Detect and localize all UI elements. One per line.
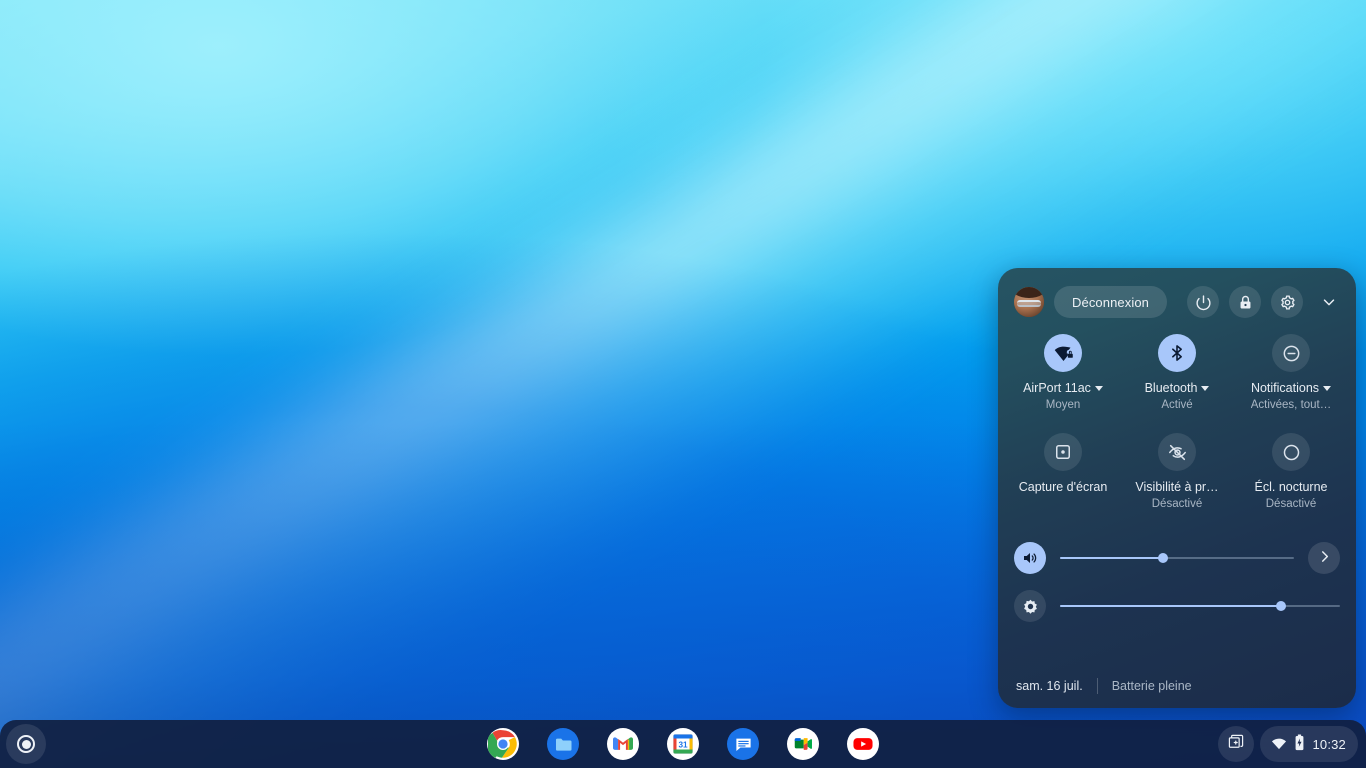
wifi-locked-icon [1044,334,1082,372]
brightness-slider[interactable] [1060,598,1340,614]
status-area: 10:32 [1218,724,1358,764]
tile-screen-capture-label: Capture d'écran [1018,480,1108,494]
do-not-disturb-icon [1272,334,1310,372]
battery-full-icon [1294,734,1305,754]
files-icon[interactable] [547,728,579,760]
bluetooth-icon [1158,334,1196,372]
shelf-app-row: 31 [0,720,1366,768]
sign-out-button[interactable]: Déconnexion [1054,286,1167,318]
tile-night-light-sublabel: Désactivé [1265,498,1317,510]
footer-divider [1096,678,1098,694]
quick-settings-header: Déconnexion [998,268,1356,318]
tile-notifications-sublabel: Activées, tout… [1250,399,1332,411]
screen-capture-tray-icon [1227,733,1245,756]
volume-slider-fill [1060,557,1163,559]
tile-night-light-label: Écl. nocturne [1254,480,1328,494]
chevron-right-icon [1316,548,1333,568]
tile-bluetooth-title: Bluetooth [1144,381,1198,395]
gear-icon [1279,294,1296,311]
power-button[interactable] [1187,286,1219,318]
calendar-icon[interactable]: 31 [667,728,699,760]
sign-out-label: Déconnexion [1072,294,1149,310]
lock-button[interactable] [1229,286,1261,318]
avatar-glasses [1017,300,1041,307]
audio-settings-button[interactable] [1308,542,1340,574]
tile-network-label: AirPort 11ac [1023,380,1103,396]
meet-icon[interactable] [787,728,819,760]
tile-notifications[interactable]: Notifications Activées, tout… [1234,334,1348,413]
tile-night-light[interactable]: Écl. nocturne Désactivé [1234,433,1348,512]
chevron-down-icon[interactable] [1201,385,1210,391]
gmail-icon[interactable] [607,728,639,760]
chevron-down-icon[interactable] [1094,385,1103,391]
brightness-slider-row [998,590,1356,622]
tile-screen-capture[interactable]: Capture d'écran [1006,433,1120,512]
tile-bluetooth-label: Bluetooth [1145,380,1210,396]
tile-notifications-title: Notifications [1250,381,1320,395]
avatar[interactable] [1014,287,1044,317]
youtube-icon[interactable] [847,728,879,760]
volume-slider-row [998,542,1356,574]
volume-slider[interactable] [1060,550,1294,566]
chevron-down-icon[interactable] [1323,385,1332,391]
volume-on-icon[interactable] [1014,542,1046,574]
messages-icon[interactable] [727,728,759,760]
quick-settings-panel: Déconnexion AirPort 11ac Moyen Bluetooth… [998,268,1356,708]
collapse-button[interactable] [1313,286,1345,318]
tile-bluetooth[interactable]: Bluetooth Activé [1120,334,1234,413]
tile-network[interactable]: AirPort 11ac Moyen [1006,334,1120,413]
lock-icon [1237,294,1254,311]
quick-settings-footer: sam. 16 juil. Batterie pleine [998,664,1356,708]
battery-status-label[interactable]: Batterie pleine [1112,679,1192,693]
tile-notifications-label: Notifications [1250,380,1332,396]
calendar-day-number: 31 [678,741,688,750]
feature-tiles-row-1: AirPort 11ac Moyen Bluetooth Activé Noti… [998,318,1356,413]
eye-off-icon [1158,433,1196,471]
brightness-slider-thumb[interactable] [1276,601,1287,611]
system-tray-button[interactable]: 10:32 [1260,726,1358,762]
tile-network-sublabel: Moyen [1045,399,1081,411]
clock-label: 10:32 [1312,736,1346,752]
screen-capture-tray-button[interactable] [1218,726,1255,762]
desktop: Déconnexion AirPort 11ac Moyen Bluetooth… [0,0,1366,768]
feature-tiles-row-2: Capture d'écran Visibilité à pr… Désacti… [998,413,1356,512]
tile-privacy-screen-label: Visibilité à pr… [1135,480,1219,494]
brightness-slider-fill [1060,605,1282,607]
brightness-icon[interactable] [1014,590,1046,622]
tile-privacy-screen[interactable]: Visibilité à pr… Désactivé [1120,433,1234,512]
tile-privacy-screen-sublabel: Désactivé [1151,498,1203,510]
settings-button[interactable] [1271,286,1303,318]
screen-capture-icon [1044,433,1082,471]
tile-bluetooth-sublabel: Activé [1161,399,1193,411]
tile-network-title: AirPort 11ac [1023,381,1091,395]
chrome-icon[interactable] [487,728,519,760]
power-icon [1195,294,1212,311]
date-label[interactable]: sam. 16 juil. [1016,679,1083,693]
wifi-icon [1271,735,1287,754]
night-light-icon [1272,433,1310,471]
chevron-down-icon [1320,293,1338,311]
shelf: 31 10:32 [0,720,1366,768]
volume-slider-thumb[interactable] [1157,553,1168,563]
